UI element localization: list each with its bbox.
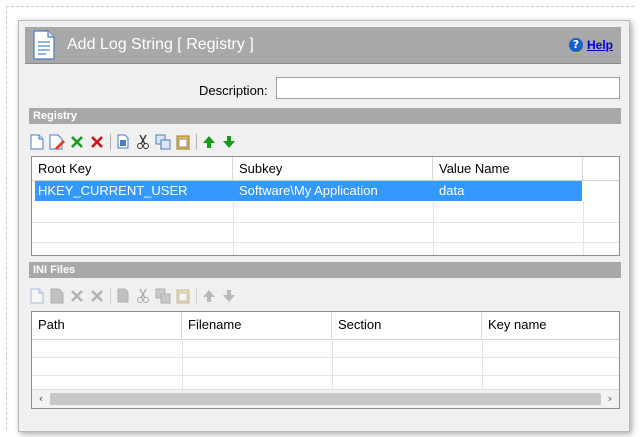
help-icon[interactable]: ? [568, 38, 583, 52]
help-link[interactable]: ? Help [568, 38, 613, 52]
new-icon[interactable] [27, 132, 47, 152]
cut-icon[interactable] [133, 132, 153, 152]
move-down-icon[interactable] [219, 286, 239, 306]
column-header-key-name[interactable]: Key name [482, 312, 619, 339]
grid-line [583, 202, 584, 255]
column-header-subkey[interactable]: Subkey [233, 157, 433, 180]
paste-icon[interactable] [173, 132, 193, 152]
delete-icon[interactable] [87, 132, 107, 152]
registry-grid[interactable]: Root Key Subkey Value Name HKEY_CURRENT_… [31, 156, 620, 256]
delete-icon[interactable] [87, 286, 107, 306]
ini-files-section-bar: INI Files [29, 262, 621, 278]
grid-line [182, 339, 183, 392]
page-title: Add Log String [ Registry ] [67, 36, 254, 53]
scroll-right-icon[interactable]: › [602, 391, 618, 407]
duplicate-icon[interactable] [153, 286, 173, 306]
registry-section-bar: Registry [29, 108, 621, 124]
cut-icon[interactable] [133, 286, 153, 306]
ini-files-grid[interactable]: Path Filename Section Key name ‹ › [31, 311, 620, 409]
edit-icon[interactable] [47, 132, 67, 152]
cell-root-key: HKEY_CURRENT_USER [38, 183, 188, 198]
grid-line [32, 375, 619, 376]
description-label: Description: [199, 83, 268, 98]
dialog: Add Log String [ Registry ] ? Help Descr… [18, 20, 630, 432]
description-input[interactable] [276, 77, 620, 99]
grid-line [32, 222, 619, 223]
column-header-path[interactable]: Path [32, 312, 182, 339]
column-header-filename[interactable]: Filename [182, 312, 332, 339]
paste-icon[interactable] [173, 286, 193, 306]
scrollbar-thumb[interactable] [50, 393, 601, 405]
duplicate-icon[interactable] [153, 132, 173, 152]
check-icon[interactable] [67, 132, 87, 152]
move-down-icon[interactable] [219, 132, 239, 152]
cell-subkey: Software\My Application [239, 183, 378, 198]
check-icon[interactable] [67, 286, 87, 306]
torn-edge-left [6, 6, 15, 430]
column-header-section[interactable]: Section [332, 312, 482, 339]
grid-line [32, 242, 619, 243]
cell-value-name: data [439, 183, 465, 198]
document-icon [31, 30, 57, 63]
torn-edge-top [6, 6, 634, 17]
ini-files-toolbar [27, 286, 239, 306]
help-label[interactable]: Help [587, 38, 613, 52]
grid-line [332, 339, 333, 392]
copy-icon[interactable] [113, 132, 133, 152]
column-header-value-name[interactable]: Value Name [433, 157, 583, 180]
new-icon[interactable] [27, 286, 47, 306]
dialog-header: Add Log String [ Registry ] ? Help [25, 27, 621, 64]
move-up-icon[interactable] [199, 286, 219, 306]
grid-line [32, 339, 619, 340]
grid-line [433, 202, 434, 255]
move-up-icon[interactable] [199, 132, 219, 152]
grid-line [233, 202, 234, 255]
column-header-root-key[interactable]: Root Key [32, 157, 233, 180]
scroll-left-icon[interactable]: ‹ [33, 391, 49, 407]
save-icon[interactable] [47, 286, 67, 306]
copy-icon[interactable] [113, 286, 133, 306]
horizontal-scrollbar[interactable]: ‹ › [32, 389, 619, 408]
grid-line [32, 357, 619, 358]
grid-line [482, 339, 483, 392]
registry-toolbar [27, 132, 239, 152]
table-row[interactable]: HKEY_CURRENT_USER Software\My Applicatio… [35, 181, 582, 201]
